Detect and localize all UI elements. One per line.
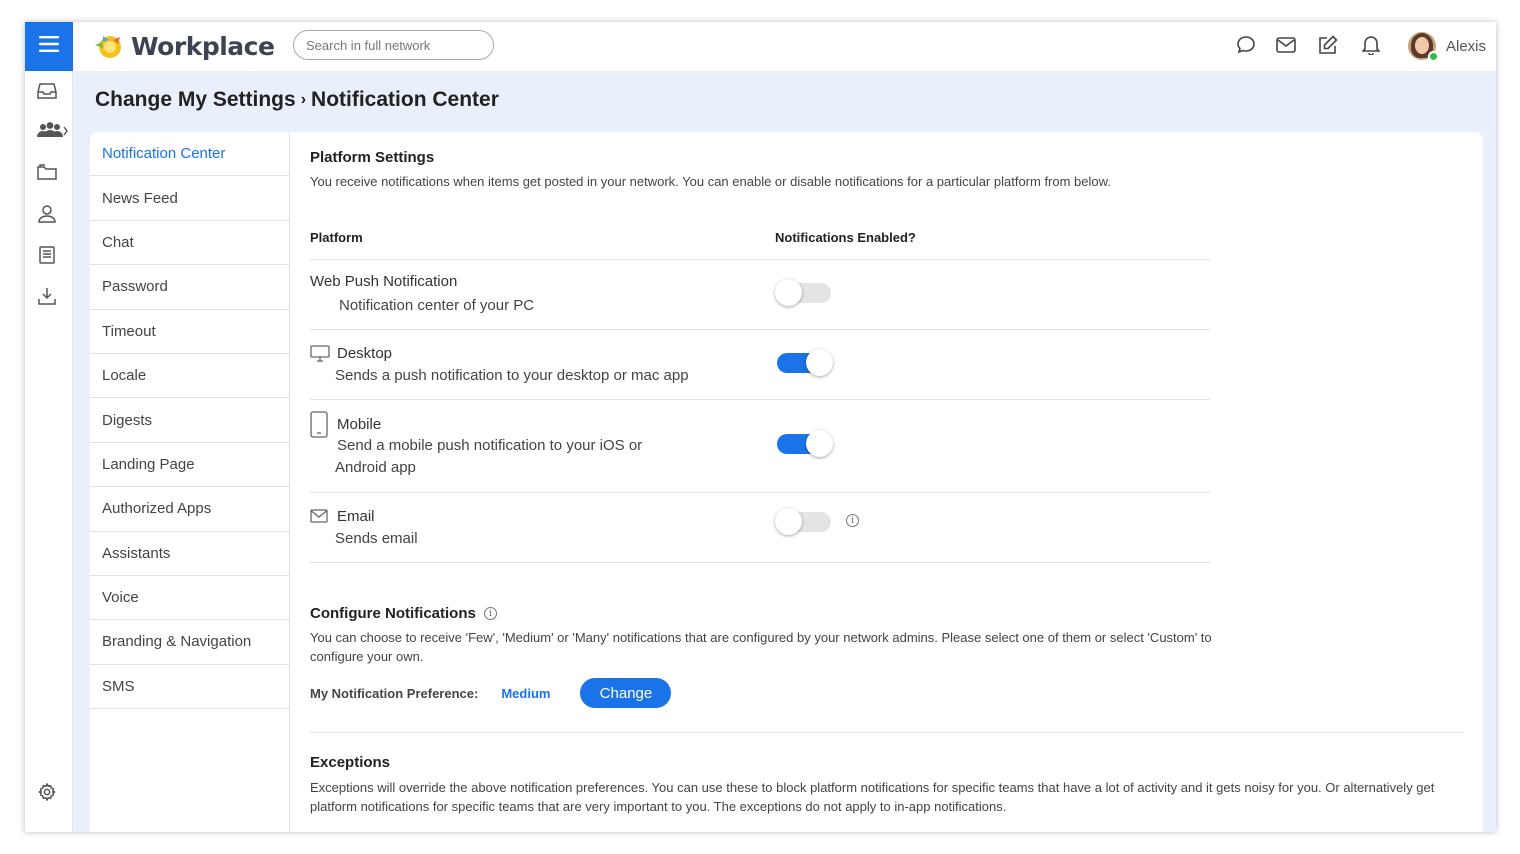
- row-title-group: Mobile: [310, 410, 381, 438]
- menu-item-password[interactable]: Password: [90, 265, 289, 310]
- menu-item-locale[interactable]: Locale: [90, 354, 289, 399]
- app-window: Workplace Alexis Change My Settings: [25, 22, 1496, 832]
- top-bar: Workplace Alexis: [73, 22, 1496, 71]
- preference-value: Medium: [501, 685, 551, 701]
- exceptions-heading: Exceptions: [310, 754, 391, 771]
- menu-item-branding-navigation[interactable]: Branding & Navigation: [90, 620, 289, 665]
- menu-item-assistants[interactable]: Assistants: [90, 532, 289, 576]
- settings-card: Notification Center News Feed Chat Passw…: [90, 132, 1483, 832]
- mail-icon[interactable]: [1275, 34, 1297, 56]
- menu-item-sms[interactable]: SMS: [90, 665, 289, 710]
- row-subtitle-line: Send a mobile push notification to your …: [337, 437, 643, 454]
- info-icon[interactable]: i: [846, 514, 859, 527]
- mail-icon: [310, 506, 330, 526]
- search-input[interactable]: [293, 30, 494, 60]
- email-toggle[interactable]: [775, 508, 833, 535]
- menu-item-news-feed[interactable]: News Feed: [90, 176, 289, 221]
- preference-label: My Notification Preference:: [310, 685, 479, 701]
- change-button[interactable]: Change: [580, 678, 672, 708]
- menu-item-chat[interactable]: Chat: [90, 221, 289, 266]
- menu-item-notification-center[interactable]: Notification Center: [90, 132, 289, 177]
- mobile-icon: [310, 410, 330, 438]
- groups-icon[interactable]: [35, 119, 69, 143]
- mobile-toggle[interactable]: [775, 430, 833, 457]
- table-header: Platform Notifications Enabled?: [310, 230, 1210, 260]
- column-platform: Platform: [310, 230, 363, 245]
- menu-item-landing-page[interactable]: Landing Page: [90, 443, 289, 488]
- row-subtitle: Send a mobile push notification to your …: [335, 435, 737, 479]
- platform-row-mobile: Mobile Send a mobile push notification t…: [310, 400, 1210, 493]
- menu-icon: [38, 35, 60, 58]
- folder-icon[interactable]: [35, 160, 59, 184]
- column-notifications-enabled: Notifications Enabled?: [775, 230, 916, 245]
- profile-icon[interactable]: [35, 202, 59, 226]
- page-title: Notification Center: [311, 88, 499, 111]
- configure-heading-group: Configure Notifications i: [310, 605, 497, 622]
- row-title: Mobile: [337, 415, 382, 433]
- chat-bubble-icon[interactable]: [1235, 34, 1257, 56]
- settings-icon[interactable]: [35, 780, 59, 804]
- settings-menu: Notification Center News Feed Chat Passw…: [90, 132, 290, 832]
- row-title-group: Desktop: [310, 343, 392, 363]
- row-subtitle-line: Android app: [335, 459, 416, 476]
- row-title-group: Email: [310, 506, 375, 526]
- row-title: Email: [337, 507, 375, 525]
- breadcrumb-separator: ›: [300, 91, 307, 108]
- platform-table: Platform Notifications Enabled? Web Push…: [310, 230, 1210, 563]
- menu-button[interactable]: [25, 22, 73, 71]
- platform-settings-description: You receive notifications when items get…: [310, 174, 1111, 189]
- platform-row-desktop: Desktop Sends a push notification to you…: [310, 330, 1210, 400]
- user-name: Alexis: [1445, 37, 1486, 55]
- row-subtitle: Sends email: [335, 530, 418, 547]
- settings-content: Platform Settings You receive notificati…: [310, 132, 1470, 832]
- left-rail: [25, 22, 73, 832]
- bell-icon[interactable]: [1360, 34, 1382, 56]
- app-name: Workplace: [131, 31, 275, 61]
- book-icon[interactable]: [35, 243, 59, 267]
- platform-row-email: Email Sends email i: [310, 493, 1210, 563]
- row-title: Desktop: [337, 344, 393, 362]
- configure-heading: Configure Notifications: [310, 605, 476, 622]
- logo-mark-icon: [95, 36, 121, 58]
- divider: [310, 732, 1464, 733]
- row-subtitle: Notification center of your PC: [339, 297, 535, 314]
- breadcrumb-parent[interactable]: Change My Settings: [95, 88, 296, 112]
- user-menu[interactable]: Alexis: [1407, 30, 1486, 62]
- info-icon[interactable]: i: [483, 607, 497, 620]
- compose-icon[interactable]: [1317, 34, 1339, 56]
- notification-preference: My Notification Preference: Medium Chang…: [310, 678, 672, 708]
- platform-row-web-push: Web Push Notification Notification cente…: [310, 260, 1210, 330]
- breadcrumb: Change My Settings › Notification Center: [95, 88, 499, 112]
- desktop-icon: [310, 343, 330, 363]
- menu-item-timeout[interactable]: Timeout: [90, 310, 289, 354]
- inbox-icon[interactable]: [35, 79, 59, 103]
- web-push-toggle[interactable]: [775, 279, 833, 306]
- exceptions-description: Exceptions will override the above notif…: [310, 780, 1435, 814]
- desktop-toggle[interactable]: [775, 349, 833, 376]
- workplace-logo[interactable]: Workplace: [89, 28, 275, 64]
- menu-item-voice[interactable]: Voice: [90, 576, 289, 621]
- avatar: [1407, 32, 1439, 62]
- configure-description: You can choose to receive 'Few', 'Medium…: [310, 630, 1212, 664]
- row-subtitle: Sends a push notification to your deskto…: [335, 367, 689, 384]
- menu-item-authorized-apps[interactable]: Authorized Apps: [90, 487, 289, 532]
- platform-settings-heading: Platform Settings: [310, 149, 435, 166]
- page-body: Change My Settings › Notification Center…: [73, 71, 1496, 832]
- menu-item-digests[interactable]: Digests: [90, 398, 289, 443]
- online-status-dot: [1427, 51, 1439, 62]
- row-title: Web Push Notification: [310, 273, 458, 290]
- download-icon[interactable]: [35, 284, 59, 308]
